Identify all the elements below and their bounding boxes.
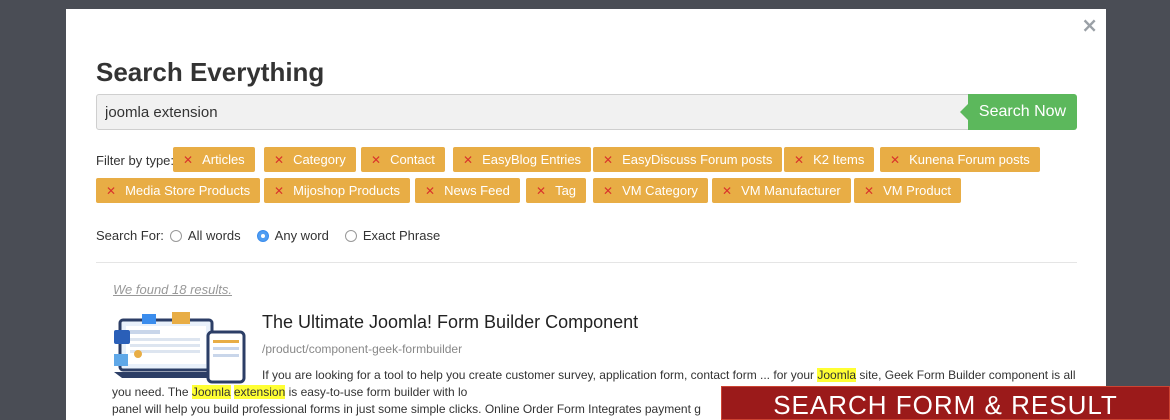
filter-tag-label: Mijoshop Products [293, 183, 401, 198]
filter-tag-mijoshop[interactable]: ✕ Mijoshop Products [264, 178, 411, 203]
filter-tag-kunena[interactable]: ✕ Kunena Forum posts [880, 147, 1040, 172]
filter-tag-label: EasyDiscuss Forum posts [622, 152, 773, 167]
filter-tag-easydiscuss[interactable]: ✕ EasyDiscuss Forum posts [593, 147, 783, 172]
filter-tag-news-feed[interactable]: ✕ News Feed [415, 178, 520, 203]
filter-tag-label: EasyBlog Entries [482, 152, 582, 167]
remove-icon[interactable]: ✕ [603, 184, 613, 198]
filter-tag-label: Contact [390, 152, 435, 167]
filter-tag-label: Media Store Products [125, 183, 251, 198]
remove-icon[interactable]: ✕ [425, 184, 435, 198]
remove-icon[interactable]: ✕ [794, 153, 804, 167]
close-icon[interactable]: × [1081, 13, 1098, 37]
divider [96, 262, 1077, 263]
page-title: Search Everything [96, 57, 325, 87]
option-label: Exact Phrase [362, 228, 441, 243]
radio-exact-phrase[interactable] [344, 229, 357, 242]
search-now-button[interactable]: Search Now [960, 94, 1077, 130]
filter-tag-label: Category [293, 152, 346, 167]
filter-tag-label: VM Manufacturer [741, 183, 841, 198]
remove-icon[interactable]: ✕ [106, 184, 116, 198]
filter-tag-vm-product[interactable]: ✕ VM Product [854, 178, 961, 203]
remove-icon[interactable]: ✕ [183, 153, 193, 167]
remove-icon[interactable]: ✕ [274, 184, 284, 198]
filter-tag-category[interactable]: ✕ Category [264, 147, 356, 172]
filter-tag-media-store[interactable]: ✕ Media Store Products [96, 178, 261, 203]
result-title-link[interactable]: The Ultimate Joomla! Form Builder Compon… [262, 312, 638, 333]
filter-label: Filter by type: [96, 153, 175, 168]
filter-tag-label: K2 Items [813, 152, 865, 167]
filter-tag-label: VM Category [622, 183, 698, 198]
filter-tag-label: Kunena Forum posts [909, 152, 1030, 167]
option-label: Any word [274, 228, 329, 243]
remove-icon[interactable]: ✕ [864, 184, 874, 198]
filter-tag-label: Tag [555, 183, 577, 198]
remove-icon[interactable]: ✕ [603, 153, 613, 167]
filter-tag-articles[interactable]: ✕ Articles [173, 147, 255, 172]
search-modal: × Search Everything Search Now Filter by… [66, 9, 1106, 420]
filter-tag-label: News Feed [444, 183, 510, 198]
remove-icon[interactable]: ✕ [463, 153, 473, 167]
remove-icon[interactable]: ✕ [371, 153, 381, 167]
search-input[interactable] [96, 94, 976, 130]
search-for-group: Search For: All words Any word Exact Phr… [96, 228, 450, 243]
result-url: /product/component-geek-formbuilder [262, 342, 463, 356]
filter-tag-tag[interactable]: ✕ Tag [526, 178, 587, 203]
filter-tag-vm-category[interactable]: ✕ VM Category [593, 178, 708, 203]
remove-icon[interactable]: ✕ [722, 184, 732, 198]
radio-any-word[interactable] [256, 229, 269, 242]
search-row: Search Now [96, 94, 1077, 130]
radio-all-words[interactable] [169, 229, 182, 242]
remove-icon[interactable]: ✕ [890, 153, 900, 167]
option-label: All words [187, 228, 241, 243]
filter-tag-k2[interactable]: ✕ K2 Items [784, 147, 875, 172]
remove-icon[interactable]: ✕ [536, 184, 546, 198]
filter-tag-contact[interactable]: ✕ Contact [361, 147, 445, 172]
filter-tag-vm-manufacturer[interactable]: ✕ VM Manufacturer [712, 178, 851, 203]
results-count: We found 18 results. [113, 282, 232, 297]
filter-tag-label: VM Product [883, 183, 951, 198]
promo-banner: SEARCH FORM & RESULT [721, 386, 1170, 420]
filter-tag-easyblog[interactable]: ✕ EasyBlog Entries [453, 147, 592, 172]
remove-icon[interactable]: ✕ [274, 153, 284, 167]
search-for-label: Search For: [96, 228, 164, 243]
filter-tag-label: Articles [202, 152, 245, 167]
